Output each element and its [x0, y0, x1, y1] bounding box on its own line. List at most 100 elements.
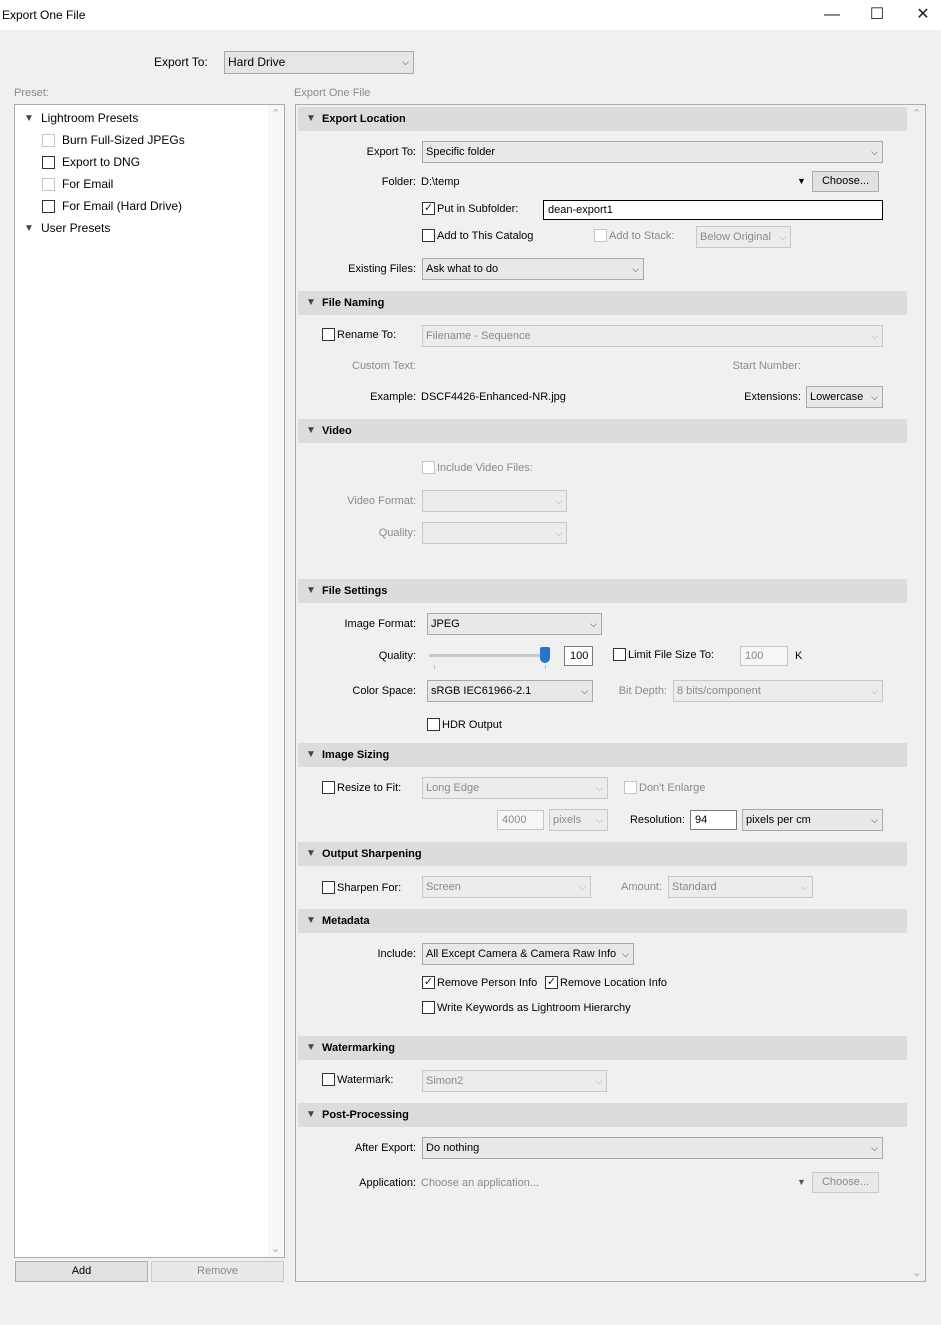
preset-item-email[interactable]: For Email	[62, 176, 113, 192]
extensions-dropdown[interactable]: Lowercase ⌵	[806, 386, 883, 408]
remove-person-checkbox[interactable]: ✓	[422, 976, 435, 989]
section-video[interactable]: ▼ Video	[298, 419, 907, 443]
section-file-naming[interactable]: ▼ File Naming	[298, 291, 907, 315]
add-to-catalog-label: Add to This Catalog	[437, 230, 534, 242]
add-preset-button[interactable]: Add	[15, 1261, 148, 1282]
preset-item-email-hd[interactable]: For Email (Hard Drive)	[62, 198, 182, 214]
section-post-processing[interactable]: ▼ Post-Processing	[298, 1103, 907, 1127]
example-filename: DSCF4426-Enhanced-NR.jpg	[421, 391, 566, 403]
quality-slider-track[interactable]	[429, 654, 549, 657]
resize-mode-dropdown[interactable]: Long Edge ⌵	[422, 777, 608, 799]
preset-header: Preset:	[14, 87, 49, 99]
expand-triangle-icon[interactable]: ▼	[24, 221, 34, 237]
metadata-include-dropdown[interactable]: All Except Camera & Camera Raw Info ⌵	[422, 943, 634, 965]
after-export-label: After Export:	[354, 1142, 416, 1154]
export-location-dropdown[interactable]: Specific folder ⌵	[422, 141, 883, 163]
resize-to-fit-checkbox[interactable]	[322, 781, 335, 794]
section-output-sharpening[interactable]: ▼ Output Sharpening	[298, 842, 907, 866]
size-value-input[interactable]: 4000	[497, 810, 544, 830]
panel-scrollbar[interactable]: ⌃ ⌄	[909, 105, 925, 1281]
watermark-checkbox[interactable]	[322, 1073, 335, 1086]
preset-checkbox[interactable]	[42, 200, 55, 213]
after-export-dropdown[interactable]: Do nothing ⌵	[422, 1137, 883, 1159]
write-keywords-checkbox[interactable]	[422, 1001, 435, 1014]
resolution-label: Resolution:	[629, 814, 685, 826]
slider-tick	[434, 665, 435, 669]
close-button[interactable]: ✕	[900, 2, 941, 28]
amount-dropdown[interactable]: Standard ⌵	[668, 876, 813, 898]
export-to-dropdown[interactable]: Hard Drive ⌵	[224, 51, 414, 74]
size-unit-dropdown[interactable]: pixels ⌵	[549, 809, 608, 831]
preset-group-user[interactable]: User Presets	[41, 220, 110, 236]
preset-group-lightroom[interactable]: Lightroom Presets	[41, 110, 138, 126]
section-image-sizing[interactable]: ▼ Image Sizing	[298, 743, 907, 767]
remove-preset-button[interactable]: Remove	[151, 1261, 284, 1282]
scroll-up-icon[interactable]: ⌃	[271, 107, 280, 120]
bit-depth-dropdown[interactable]: 8 bits/component ⌵	[673, 680, 883, 702]
start-number-label: Start Number:	[732, 360, 801, 372]
include-video-checkbox[interactable]	[422, 461, 435, 474]
put-in-subfolder-label: Put in Subfolder:	[437, 203, 519, 215]
title-bar	[0, 0, 941, 30]
custom-text-label: Custom Text:	[352, 360, 416, 372]
limit-size-input[interactable]: 100	[740, 646, 788, 666]
section-export-location[interactable]: ▼ Export Location	[298, 107, 907, 131]
dont-enlarge-checkbox[interactable]	[624, 781, 637, 794]
choose-folder-button[interactable]: Choose...	[812, 171, 879, 192]
rename-to-checkbox[interactable]	[322, 328, 335, 341]
subfolder-input[interactable]: dean-export1	[543, 200, 883, 220]
sharpen-for-dropdown[interactable]: Screen ⌵	[422, 876, 591, 898]
minimize-button[interactable]: —	[809, 2, 855, 28]
resolution-unit-dropdown[interactable]: pixels per cm ⌵	[742, 809, 883, 831]
panel-title: Export One File	[294, 87, 371, 99]
extensions-label: Extensions:	[744, 391, 801, 403]
preset-item-dng[interactable]: Export to DNG	[62, 154, 140, 170]
put-in-subfolder-checkbox[interactable]: ✓	[422, 202, 435, 215]
section-watermarking[interactable]: ▼ Watermarking	[298, 1036, 907, 1060]
image-format-dropdown[interactable]: JPEG ⌵	[427, 613, 602, 635]
add-to-catalog-checkbox[interactable]	[422, 229, 435, 242]
collapse-triangle-icon: ▼	[306, 585, 316, 596]
hdr-output-checkbox[interactable]	[427, 718, 440, 731]
section-file-settings[interactable]: ▼ File Settings	[298, 579, 907, 603]
limit-file-size-checkbox[interactable]	[613, 648, 626, 661]
remove-location-checkbox[interactable]: ✓	[545, 976, 558, 989]
video-quality-dropdown[interactable]: ⌵	[422, 522, 567, 544]
choose-application-button[interactable]: Choose...	[812, 1172, 879, 1193]
existing-files-label: Existing Files:	[348, 263, 416, 275]
bit-depth-label: Bit Depth:	[618, 685, 667, 697]
scroll-down-icon[interactable]: ⌄	[912, 1266, 921, 1279]
add-to-stack-checkbox[interactable]	[594, 229, 607, 242]
color-space-label: Color Space:	[352, 685, 416, 697]
collapse-triangle-icon: ▼	[306, 749, 316, 760]
include-video-label: Include Video Files:	[437, 462, 533, 474]
section-metadata[interactable]: ▼ Metadata	[298, 909, 907, 933]
hdr-output-label: HDR Output	[442, 719, 502, 731]
collapse-triangle-icon: ▼	[306, 425, 316, 436]
scroll-down-icon[interactable]: ⌄	[271, 1242, 280, 1255]
preset-scrollbar[interactable]: ⌃ ⌄	[268, 105, 284, 1257]
scroll-up-icon[interactable]: ⌃	[912, 107, 921, 120]
folder-dropdown-icon[interactable]: ▼	[797, 174, 806, 188]
preset-item-burn[interactable]: Burn Full-Sized JPEGs	[62, 132, 185, 148]
existing-files-dropdown[interactable]: Ask what to do ⌵	[422, 258, 644, 280]
quality-input[interactable]: 100	[564, 646, 593, 666]
limit-unit-label: K	[795, 650, 803, 662]
preset-checkbox[interactable]	[42, 156, 55, 169]
collapse-triangle-icon: ▼	[306, 1042, 316, 1053]
watermark-dropdown[interactable]: Simon2 ⌵	[422, 1070, 607, 1092]
video-format-dropdown[interactable]: ⌵	[422, 490, 567, 512]
color-space-dropdown[interactable]: sRGB IEC61966-2.1 ⌵	[427, 680, 593, 702]
rename-template-dropdown[interactable]: Filename - Sequence ⌵	[422, 325, 883, 347]
stack-position-dropdown[interactable]: Below Original ⌵	[696, 226, 791, 248]
slider-tick	[545, 665, 546, 669]
resolution-input[interactable]: 94	[690, 810, 737, 830]
quality-slider-thumb[interactable]	[540, 647, 550, 663]
expand-triangle-icon[interactable]: ▼	[24, 111, 34, 127]
application-dropdown-icon[interactable]: ▼	[797, 1175, 806, 1189]
resize-to-fit-label: Resize to Fit:	[337, 782, 402, 794]
preset-checkbox	[42, 134, 55, 147]
folder-path: D:\temp	[421, 176, 460, 188]
sharpen-for-checkbox[interactable]	[322, 881, 335, 894]
maximize-button[interactable]: ☐	[854, 2, 900, 28]
